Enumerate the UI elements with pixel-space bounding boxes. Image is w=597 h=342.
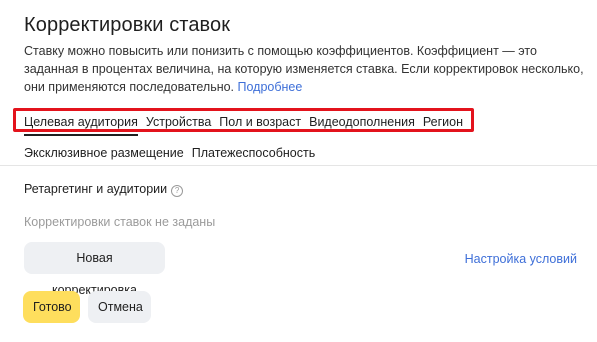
bid-adjustments-panel: Корректировки ставок Ставку можно повыси…	[0, 0, 597, 342]
tab-video-extensions[interactable]: Видеодополнения	[309, 114, 415, 130]
section-title: Ретаргетинг и аудитории?	[24, 181, 184, 197]
done-button[interactable]: Готово	[23, 291, 80, 323]
panel-title: Корректировки ставок	[24, 14, 231, 36]
tab-exclusive-placement[interactable]: Эксклюзивное размещение	[24, 145, 184, 161]
tab-region[interactable]: Регион	[423, 114, 463, 130]
cancel-button[interactable]: Отмена	[88, 291, 151, 323]
section-title-text: Ретаргетинг и аудитории	[24, 182, 168, 196]
tab-target-audience[interactable]: Целевая аудитория	[24, 114, 138, 136]
panel-description: Ставку можно повысить или понизить с пом…	[24, 42, 584, 96]
new-adjustment-button[interactable]: Новая корректировка	[24, 242, 165, 297]
empty-state-text: Корректировки ставок не заданы	[24, 215, 216, 229]
divider	[0, 165, 597, 166]
description-text: Ставку можно повысить или понизить с пом…	[24, 44, 584, 94]
tab-devices[interactable]: Устройства	[146, 114, 211, 130]
condition-settings-link[interactable]: Настройка условий	[465, 251, 577, 267]
tab-row-2: Эксклюзивное размещение Платежеспособност…	[24, 145, 323, 161]
more-link[interactable]: Подробнее	[238, 80, 303, 94]
help-icon[interactable]: ?	[171, 185, 184, 197]
tab-solvency[interactable]: Платежеспособность	[192, 145, 315, 161]
tab-row-1: Целевая аудитория Устройства Пол и возраст…	[24, 114, 471, 136]
tab-gender-age[interactable]: Пол и возраст	[219, 114, 301, 130]
